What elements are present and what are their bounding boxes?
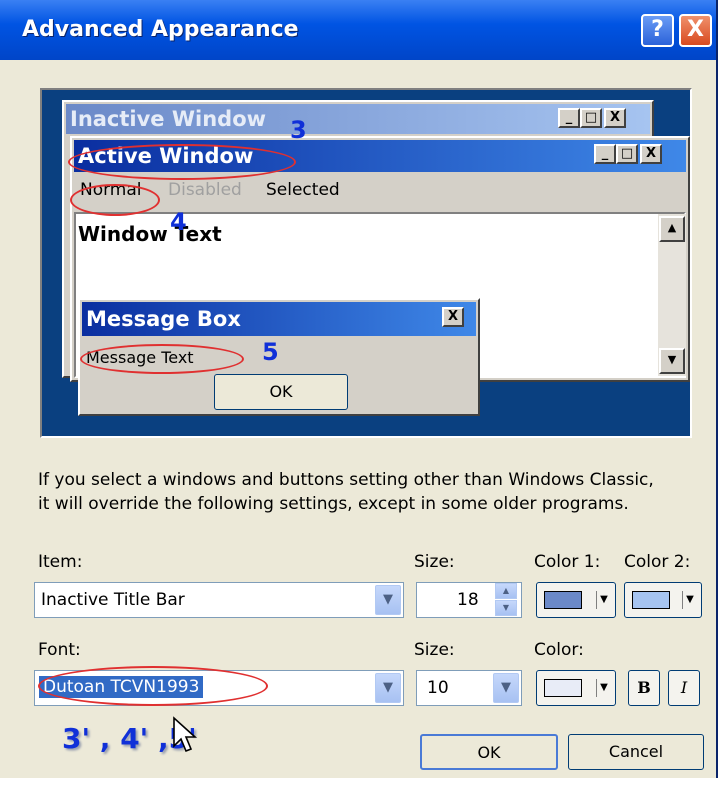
minimize-icon: _ [558,108,580,128]
message-box-title-bar[interactable]: Message Box X [82,302,476,336]
color1-button[interactable]: ▼ [536,582,616,618]
item-size-spinner[interactable]: 18 ▲ ▼ [416,582,522,618]
close-icon: X [604,108,626,128]
maximize-icon: □ [616,144,638,164]
menu-selected[interactable]: Selected [266,180,340,200]
help-icon: ? [651,17,664,42]
preview-scrollbar[interactable]: ▲ ▼ [658,214,686,376]
annotation-5: 5 [262,338,279,366]
highlight-message-text [80,344,244,374]
color2-swatch [632,591,670,609]
appearance-preview[interactable]: Inactive Window _ □ X Active Window _ □ … [40,88,692,438]
info-line-2: it will override the following settings,… [38,494,629,514]
item-select-value: Inactive Title Bar [41,590,185,610]
close-icon: X [442,307,464,327]
dialog-title: Advanced Appearance [22,17,299,42]
info-text: If you select a windows and buttons sett… [38,468,708,516]
color1-swatch [544,591,582,609]
item-select[interactable]: Inactive Title Bar ▼ [34,582,404,618]
dialog-title-bar[interactable]: Advanced Appearance ? X [0,0,716,60]
mouse-cursor-icon [173,716,198,753]
font-size-label: Size: [414,640,455,660]
close-button[interactable]: X [679,14,712,47]
annotation-4: 4 [170,208,187,236]
chevron-down-icon: ▼ [596,679,611,697]
color1-label: Color 1: [534,552,601,572]
message-box-title: Message Box [86,307,241,331]
font-color-swatch [544,679,582,697]
item-label: Item: [38,552,83,572]
highlight-font-value [38,666,268,706]
italic-button[interactable]: I [668,670,700,706]
inactive-window-title: Inactive Window [70,107,267,131]
ok-button[interactable]: OK [420,734,558,770]
window-text: Window Text [78,222,222,246]
spin-up-icon[interactable]: ▲ [495,583,517,599]
font-size-select[interactable]: 10 ▼ [416,670,522,706]
cancel-button[interactable]: Cancel [568,734,704,770]
chevron-down-icon[interactable]: ▼ [375,585,401,615]
bold-button[interactable]: B [628,670,660,706]
font-color-button[interactable]: ▼ [536,670,616,706]
font-label: Font: [38,640,81,660]
highlight-normal [70,184,160,216]
message-box-ok-button[interactable]: OK [214,374,348,410]
minimize-icon: _ [594,144,616,164]
info-line-1: If you select a windows and buttons sett… [38,470,654,490]
close-icon: X [640,144,662,164]
help-button[interactable]: ? [641,14,674,47]
annotation-3: 3 [290,116,307,144]
color2-button[interactable]: ▼ [624,582,702,618]
font-color-label: Color: [534,640,584,660]
scroll-down-icon[interactable]: ▼ [659,348,685,374]
advanced-appearance-dialog: Advanced Appearance ? X Inactive Window … [0,0,718,778]
close-icon: X [687,17,704,42]
chevron-down-icon[interactable]: ▼ [375,673,401,703]
font-size-value: 10 [427,678,449,698]
highlight-active-title [68,144,296,180]
item-size-label: Size: [414,552,455,572]
chevron-down-icon[interactable]: ▼ [493,673,519,703]
menu-disabled: Disabled [168,180,242,200]
item-size-value: 18 [457,590,479,610]
maximize-icon: □ [580,108,602,128]
color2-label: Color 2: [624,552,691,572]
chevron-down-icon: ▼ [682,591,697,609]
spin-down-icon[interactable]: ▼ [495,600,517,616]
chevron-down-icon: ▼ [596,591,611,609]
inactive-title-bar[interactable]: Inactive Window _ □ X [66,104,650,134]
scroll-up-icon[interactable]: ▲ [659,216,685,242]
